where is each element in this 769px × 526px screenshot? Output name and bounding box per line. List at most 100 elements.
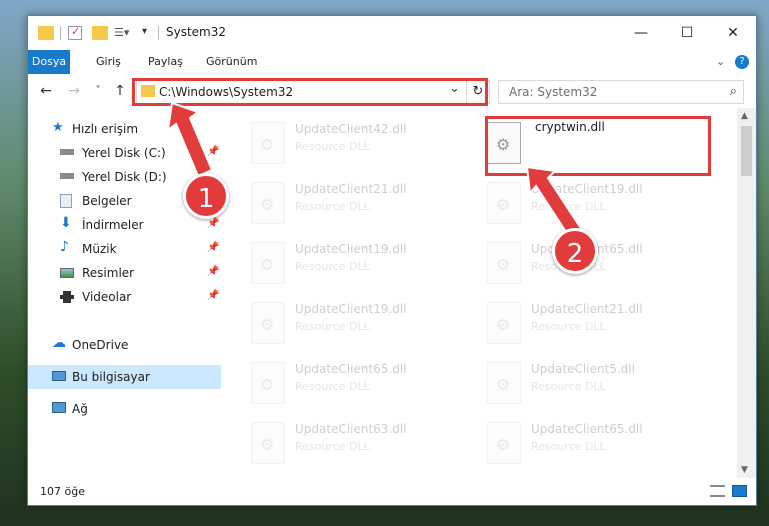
- pin-icon[interactable]: 📌: [207, 266, 219, 277]
- sidebar-item-label: Yerel Disk (D:): [82, 170, 167, 184]
- documents-icon: [60, 194, 72, 208]
- computer-icon: [52, 371, 66, 381]
- divider: [158, 26, 159, 40]
- sidebar-item-disk-c[interactable]: Yerel Disk (C:) 📌: [28, 141, 221, 165]
- file-item[interactable]: UpdateClient19.dll Resource DLL: [487, 178, 717, 228]
- star-icon: ★: [52, 120, 64, 135]
- file-description: Resource DLL: [531, 440, 606, 453]
- pin-icon[interactable]: 📌: [207, 218, 219, 229]
- file-name: UpdateClient65.dll: [531, 422, 643, 436]
- window-title: System32: [166, 25, 227, 39]
- file-item[interactable]: UpdateClient21.dll Resource DLL: [251, 178, 481, 228]
- sidebar-item-videolar[interactable]: Videolar 📌: [28, 285, 221, 309]
- title-bar: ✓ ☰▾ ▾ System32 — ☐ ✕: [28, 16, 756, 50]
- sidebar-item-indirmeler[interactable]: ⬇ İndirmeler 📌: [28, 213, 221, 237]
- vertical-scrollbar[interactable]: ▲ ▼: [737, 108, 756, 478]
- properties-icon[interactable]: ✓: [68, 25, 82, 40]
- scrollbar-thumb[interactable]: [741, 126, 752, 176]
- file-name: UpdateClient42.dll: [295, 122, 407, 136]
- dll-file-icon: [251, 242, 285, 284]
- file-item[interactable]: UpdateClient65.dll Resource DLL: [487, 418, 717, 468]
- sidebar-item-onedrive[interactable]: ☁ OneDrive: [28, 333, 221, 357]
- cloud-icon: ☁: [52, 335, 66, 351]
- file-description: Resource DLL: [295, 320, 370, 333]
- sidebar-item-label: Videolar: [82, 290, 132, 304]
- file-item[interactable]: UpdateClient42.dll Resource DLL: [251, 118, 481, 168]
- file-description: Resource DLL: [531, 380, 606, 393]
- file-description: Resource DLL: [295, 200, 370, 213]
- file-name: UpdateClient5.dll: [531, 362, 635, 376]
- file-description: Resource DLL: [531, 320, 606, 333]
- recent-locations-button[interactable]: ˅: [90, 82, 106, 100]
- up-button[interactable]: ↑: [112, 82, 128, 100]
- network-icon: [52, 402, 66, 413]
- sidebar-item-label: İndirmeler: [82, 218, 144, 232]
- customize-quick-access-icon[interactable]: ☰▾: [114, 26, 129, 40]
- search-box[interactable]: Ara: System32 ⌕: [498, 80, 744, 104]
- search-icon: ⌕: [729, 84, 737, 99]
- file-name: UpdateClient21.dll: [295, 182, 407, 196]
- navigation-pane: ★ Hızlı erişim Yerel Disk (C:) 📌 Yerel D…: [28, 108, 221, 478]
- file-name: UpdateClient19.dll: [295, 302, 407, 316]
- download-icon: ⬇: [60, 215, 72, 231]
- close-button[interactable]: ✕: [710, 16, 756, 50]
- drive-icon: [60, 173, 74, 179]
- maximize-button[interactable]: ☐: [664, 16, 710, 50]
- sidebar-item-this-pc[interactable]: Bu bilgisayar: [28, 365, 221, 389]
- tab-paylas[interactable]: Paylaş: [138, 50, 193, 74]
- file-item[interactable]: UpdateClient63.dll Resource DLL: [251, 418, 481, 468]
- sidebar-item-label: Ağ: [72, 402, 88, 416]
- sidebar-item-label: Yerel Disk (C:): [82, 146, 166, 160]
- status-bar: 107 öğe: [28, 479, 756, 505]
- pin-icon[interactable]: 📌: [207, 290, 219, 301]
- search-input[interactable]: Ara: System32: [509, 85, 597, 99]
- help-icon[interactable]: ?: [735, 55, 749, 69]
- back-button[interactable]: ←: [38, 82, 54, 100]
- sidebar-item-label: Müzik: [82, 242, 117, 256]
- file-item[interactable]: UpdateClient19.dll Resource DLL: [251, 298, 481, 348]
- dll-file-icon: [251, 362, 285, 404]
- dll-file-icon: [251, 182, 285, 224]
- step-badge-2: 2: [552, 228, 598, 274]
- dll-file-icon: [487, 242, 521, 284]
- music-icon: ♪: [60, 239, 69, 255]
- drive-icon: [60, 149, 74, 155]
- dll-file-icon: [487, 362, 521, 404]
- file-item[interactable]: UpdateClient65.dll Resource DLL: [251, 358, 481, 408]
- chevron-down-icon[interactable]: ⌄: [716, 55, 725, 68]
- item-count: 107 öğe: [40, 485, 85, 498]
- ribbon-tabs: Dosya Giriş Paylaş Görünüm ⌄ ?: [28, 50, 756, 75]
- file-name: UpdateClient19.dll: [531, 182, 643, 196]
- dll-file-icon: [487, 182, 521, 224]
- tab-giris[interactable]: Giriş: [86, 50, 131, 74]
- scroll-up-icon[interactable]: ▲: [741, 111, 748, 121]
- new-folder-icon[interactable]: [92, 26, 108, 40]
- minimize-button[interactable]: —: [618, 16, 664, 50]
- details-view-icon[interactable]: [710, 485, 725, 497]
- sidebar-item-label: Belgeler: [82, 194, 132, 208]
- file-name: UpdateClient19.dll: [295, 242, 407, 256]
- sidebar-item-network[interactable]: Ağ: [28, 397, 221, 421]
- file-item[interactable]: UpdateClient21.dll Resource DLL: [487, 298, 717, 348]
- file-description: Resource DLL: [531, 200, 606, 213]
- quick-access-dropdown-icon[interactable]: ▾: [142, 26, 158, 40]
- file-item[interactable]: UpdateClient19.dll Resource DLL: [251, 238, 481, 288]
- sidebar-item-muzik[interactable]: ♪ Müzik 📌: [28, 237, 221, 261]
- file-description: Resource DLL: [295, 140, 370, 153]
- folder-icon: [38, 26, 54, 40]
- pin-icon[interactable]: 📌: [207, 242, 219, 253]
- file-name: UpdateClient63.dll: [295, 422, 407, 436]
- pictures-icon: [60, 268, 74, 278]
- tab-dosya[interactable]: Dosya: [28, 50, 70, 74]
- sidebar-item-quick-access[interactable]: ★ Hızlı erişim: [28, 117, 221, 141]
- file-item[interactable]: UpdateClient65.dll Resource DLL: [487, 238, 717, 288]
- pin-icon[interactable]: 📌: [207, 146, 219, 157]
- tab-gorunum[interactable]: Görünüm: [196, 50, 267, 74]
- file-item[interactable]: UpdateClient5.dll Resource DLL: [487, 358, 717, 408]
- forward-button[interactable]: →: [66, 82, 82, 100]
- sidebar-item-resimler[interactable]: Resimler 📌: [28, 261, 221, 285]
- divider: [60, 26, 61, 40]
- large-icons-view-icon[interactable]: [732, 485, 747, 497]
- dll-file-icon: [487, 302, 521, 344]
- scroll-down-icon[interactable]: ▼: [741, 465, 748, 475]
